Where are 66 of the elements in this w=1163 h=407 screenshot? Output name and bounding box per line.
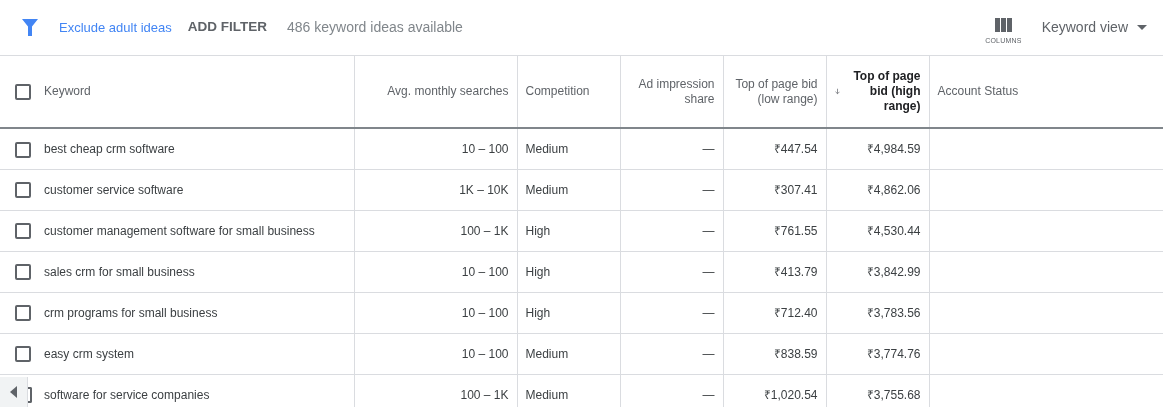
- keyword-text: easy crm system: [44, 346, 134, 361]
- table-cell: Medium: [525, 141, 569, 156]
- table-cell: Medium: [525, 387, 569, 402]
- row-checkbox[interactable]: [15, 223, 31, 240]
- sorted-column-header[interactable]: Top of page bid (high range): [834, 69, 921, 114]
- keyword-text: customer management software for small business: [44, 223, 315, 238]
- table-cell: ₹3,774.76: [866, 346, 921, 361]
- table-cell: High: [525, 305, 551, 320]
- row-checkbox[interactable]: [15, 346, 31, 363]
- table-cell: ₹1,020.54: [763, 387, 818, 402]
- table-cell: 10 – 100: [461, 346, 509, 361]
- table-cell: 1K – 10K: [459, 182, 509, 197]
- table-cell: High: [525, 223, 551, 238]
- keyword-count: 486 keyword ideas available: [287, 18, 463, 37]
- column-header[interactable]: Top of page bid (low range): [723, 56, 826, 128]
- table-cell: —: [702, 305, 715, 320]
- row-checkbox[interactable]: [15, 305, 31, 322]
- caret-down-icon: [1137, 25, 1147, 30]
- table-cell: ₹712.40: [773, 305, 818, 320]
- table-cell: ₹761.55: [773, 223, 818, 238]
- column-header[interactable]: Account Status: [929, 56, 1163, 128]
- table-cell: High: [525, 264, 551, 279]
- table-cell: —: [702, 346, 715, 361]
- add-filter-button[interactable]: ADD FILTER: [187, 17, 267, 38]
- exclude-adult-ideas-link[interactable]: Exclude adult ideas: [59, 17, 172, 38]
- table-cell: 10 – 100: [461, 264, 509, 279]
- table-cell: 100 – 1K: [460, 387, 509, 402]
- table-cell: ₹413.79: [773, 264, 818, 279]
- column-header[interactable]: Avg. monthly searches: [354, 56, 517, 128]
- table-cell: —: [702, 387, 715, 402]
- table-cell: —: [702, 141, 715, 156]
- filter-icon[interactable]: [22, 19, 38, 36]
- keyword-text: crm programs for small business: [44, 305, 218, 320]
- table-cell: ₹3,842.99: [866, 264, 921, 279]
- keyword-view-dropdown[interactable]: Keyword view: [1041, 17, 1147, 38]
- table-cell: Medium: [525, 346, 569, 361]
- table-cell: —: [702, 264, 715, 279]
- table-cell: ₹307.41: [773, 182, 818, 197]
- row-checkbox[interactable]: [15, 264, 31, 281]
- table-cell: —: [702, 182, 715, 197]
- keyword-text: best cheap crm software: [44, 141, 175, 156]
- row-checkbox[interactable]: [15, 182, 31, 199]
- column-header[interactable]: Ad impression share: [620, 56, 723, 128]
- table-cell: ₹447.54: [773, 141, 818, 156]
- table-cell: 10 – 100: [461, 305, 509, 320]
- keyword-text: sales crm for small business: [44, 264, 195, 279]
- table-cell: 100 – 1K: [460, 223, 509, 238]
- select-all-checkbox[interactable]: [15, 83, 31, 100]
- keyword-text: software for service companies: [44, 387, 210, 402]
- keyword-text: customer service software: [44, 182, 184, 197]
- table-cell: 10 – 100: [461, 141, 509, 156]
- column-header[interactable]: Keyword: [36, 56, 354, 128]
- arrow-down-icon: [834, 86, 840, 97]
- column-header[interactable]: Competition: [517, 56, 620, 128]
- table-cell: —: [702, 223, 715, 238]
- table-cell: ₹4,862.06: [866, 182, 921, 197]
- caret-left-icon: [9, 386, 18, 398]
- table-cell: ₹3,783.56: [866, 305, 921, 320]
- table-cell: ₹4,984.59: [866, 141, 921, 156]
- row-checkbox[interactable]: [15, 141, 31, 158]
- table-cell: Medium: [525, 182, 569, 197]
- table-cell: ₹4,530.44: [866, 223, 921, 238]
- columns-icon: [994, 18, 1012, 33]
- table-cell: ₹838.59: [773, 346, 818, 361]
- table-cell: ₹3,755.68: [866, 387, 921, 402]
- scroll-left-button[interactable]: [0, 377, 28, 407]
